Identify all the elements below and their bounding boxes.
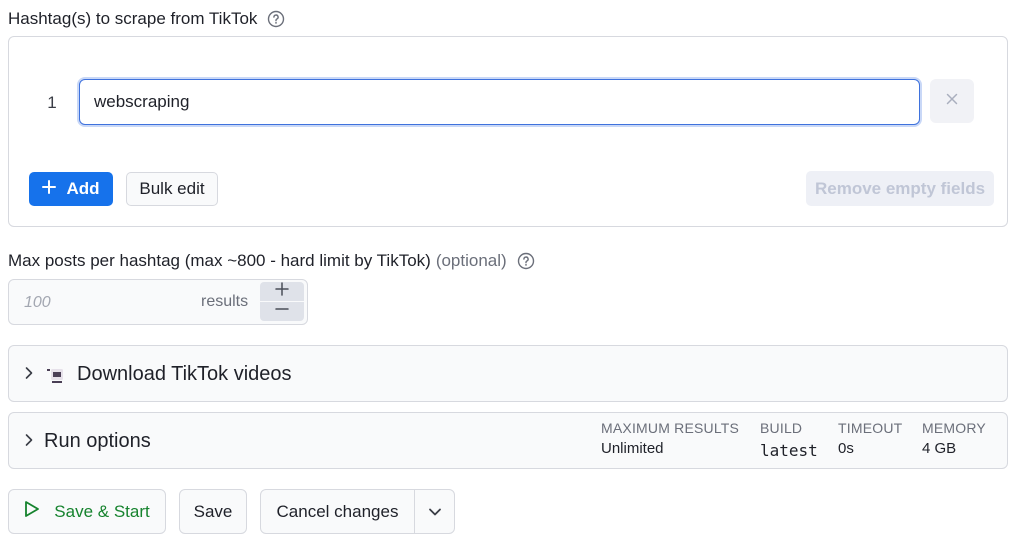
cancel-changes-button[interactable]: Cancel changes: [260, 489, 415, 534]
save-and-start-button[interactable]: Save & Start: [8, 489, 166, 534]
build-label: BUILD: [760, 420, 803, 436]
chevron-right-icon: [24, 433, 34, 452]
row-index: 1: [47, 93, 57, 112]
build-value: latest: [760, 441, 818, 460]
remove-row-button[interactable]: [930, 79, 974, 123]
plus-icon: [275, 282, 289, 301]
timeout-value: 0s: [838, 440, 854, 457]
maximum-results-label: MAXIMUM RESULTS: [601, 420, 740, 436]
video-icon: [47, 366, 67, 389]
help-icon[interactable]: [267, 10, 285, 28]
chevron-right-icon: [24, 366, 34, 385]
max-posts-input[interactable]: [24, 292, 174, 314]
remove-empty-fields-button[interactable]: Remove empty fields: [806, 171, 994, 206]
optional-label: (optional): [435, 251, 507, 270]
maximum-results-value: Unlimited: [601, 440, 664, 457]
minus-icon: [275, 302, 289, 321]
results-unit-label: results: [201, 293, 249, 310]
play-icon: [24, 500, 40, 523]
hashtags-label-row: Hashtag(s) to scrape from TikTok: [8, 9, 285, 29]
memory-value: 4 GB: [922, 440, 957, 457]
decrement-button[interactable]: [260, 302, 304, 321]
hashtags-label: Hashtag(s) to scrape from TikTok: [8, 9, 258, 28]
hashtag-input[interactable]: [79, 79, 920, 125]
timeout-label: TIMEOUT: [838, 420, 903, 436]
run-options-title: Run options: [44, 430, 151, 452]
max-posts-label-row: Max posts per hashtag (max ~800 - hard l…: [8, 251, 535, 271]
increment-button[interactable]: [260, 282, 304, 301]
download-videos-title: Download TikTok videos: [77, 363, 292, 385]
chevron-down-icon: [428, 502, 442, 522]
help-icon[interactable]: [517, 252, 535, 270]
cancel-options-dropdown[interactable]: [414, 489, 455, 534]
max-posts-label: Max posts per hashtag (max ~800 - hard l…: [8, 251, 431, 270]
plus-icon: [42, 179, 57, 199]
close-icon: [946, 92, 958, 110]
add-button[interactable]: Add: [29, 172, 113, 206]
bulk-edit-button[interactable]: Bulk edit: [126, 172, 218, 206]
save-and-start-label: Save & Start: [54, 501, 150, 521]
memory-label: MEMORY: [922, 420, 986, 436]
save-button[interactable]: Save: [179, 489, 247, 534]
add-button-label: Add: [66, 179, 100, 198]
